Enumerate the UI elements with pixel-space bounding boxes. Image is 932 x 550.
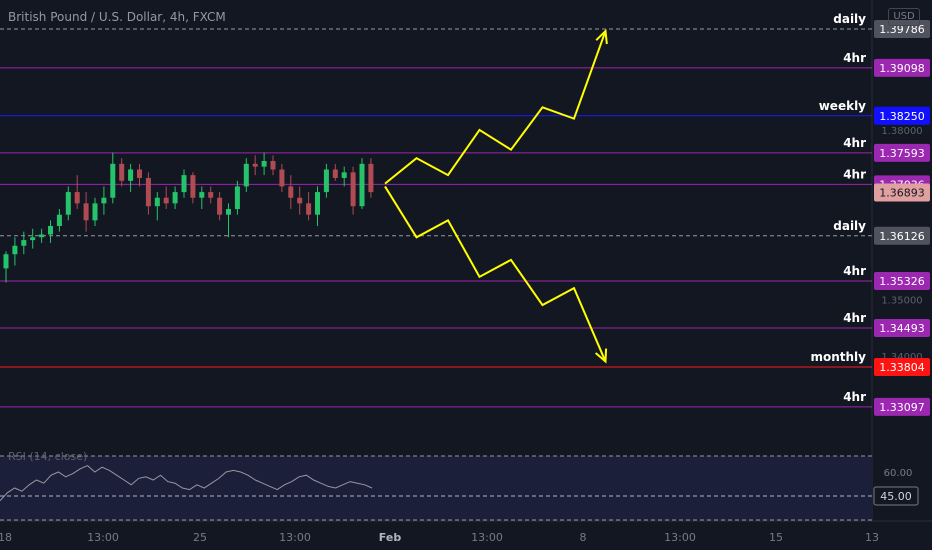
y-tick-label-0: 1.38000: [881, 126, 922, 137]
x-tick-label-8: 15: [769, 531, 783, 544]
chart-root: 1.38000 1.35000 1.34000 daily 1.39786 4hr 1.39…: [0, 0, 932, 550]
y-tick-label-1: 1.35000: [881, 295, 922, 306]
candle-body-11[interactable]: [101, 197, 107, 204]
level-price-text-2: 1.38250: [879, 110, 925, 123]
level-label-6: 4hr: [843, 264, 866, 278]
candle-body-27[interactable]: [243, 163, 249, 187]
candle-body-34[interactable]: [306, 203, 312, 215]
rsi-band: [0, 456, 872, 520]
level-label-1: 4hr: [843, 51, 866, 65]
candle-body-32[interactable]: [288, 186, 294, 198]
candle-body-23[interactable]: [208, 192, 214, 198]
candle-body-1[interactable]: [12, 245, 18, 255]
chart-title: British Pound / U.S. Dollar, 4h, FXCM: [8, 10, 226, 24]
candle-body-10[interactable]: [92, 203, 98, 221]
x-tick-label-6: 8: [580, 531, 587, 544]
level-label-9: 4hr: [843, 390, 866, 404]
level-price-text-1: 1.39098: [879, 62, 925, 75]
candle-body-9[interactable]: [83, 203, 89, 221]
candle-body-3[interactable]: [30, 237, 36, 241]
candle-body-6[interactable]: [56, 214, 62, 226]
candle-body-39[interactable]: [350, 172, 356, 207]
x-tick-label-2: 25: [193, 531, 207, 544]
candle-body-15[interactable]: [137, 169, 142, 178]
level-price-text-6: 1.35326: [879, 275, 925, 288]
candle-body-14[interactable]: [128, 169, 134, 181]
candle-body-0[interactable]: [3, 254, 9, 269]
candle-body-22[interactable]: [199, 192, 205, 198]
level-label-2: weekly: [819, 99, 866, 113]
candle-body-18[interactable]: [163, 197, 169, 204]
candle-body-36[interactable]: [323, 169, 329, 193]
candle-body-12[interactable]: [110, 163, 116, 198]
candle-body-5[interactable]: [48, 225, 53, 235]
candle-body-16[interactable]: [145, 177, 151, 207]
scenario-arrow-down: [384, 185, 607, 362]
candle-body-13[interactable]: [119, 163, 125, 181]
candle-body-26[interactable]: [234, 186, 240, 210]
candle-body-4[interactable]: [39, 234, 45, 238]
candle-body-2[interactable]: [21, 240, 27, 246]
x-tick-label-3: 13:00: [279, 531, 311, 544]
candle-body-8[interactable]: [74, 192, 80, 204]
candle-body-37[interactable]: [332, 169, 338, 178]
level-label-0: daily: [833, 12, 866, 26]
level-label-3: 4hr: [843, 136, 866, 150]
rsi-current-text: 45.00: [880, 490, 912, 503]
level-price-text-3: 1.37593: [879, 147, 925, 160]
level-price-text-8: 1.33804: [879, 361, 925, 374]
currency-button[interactable]: USD: [888, 8, 920, 26]
rsi-tick-0: 60.00: [884, 468, 913, 479]
level-price-text-5: 1.36126: [879, 230, 925, 243]
scenario-arrow-up: [384, 30, 607, 185]
candle-body-24[interactable]: [217, 197, 223, 215]
x-tick-label-7: 13:00: [664, 531, 696, 544]
price-chart[interactable]: 1.380001.350001.34000daily1.397864hr1.39…: [0, 0, 932, 550]
candle-body-38[interactable]: [341, 172, 347, 178]
current-price-text: 1.36893: [879, 186, 925, 199]
candle-body-19[interactable]: [172, 192, 178, 204]
candle-body-41[interactable]: [368, 163, 374, 193]
level-price-text-9: 1.33097: [879, 401, 925, 414]
x-tick-label-9: 13: [865, 531, 879, 544]
x-tick-label-4: Feb: [379, 531, 402, 544]
x-tick-label-0: 18: [0, 531, 12, 544]
candle-body-7[interactable]: [65, 192, 71, 215]
level-label-5: daily: [833, 219, 866, 233]
level-price-text-7: 1.34493: [879, 322, 925, 335]
candle-body-31[interactable]: [279, 169, 285, 187]
candle-body-30[interactable]: [270, 161, 276, 170]
x-tick-label-5: 13:00: [471, 531, 503, 544]
candle-body-40[interactable]: [359, 163, 365, 207]
candle-body-35[interactable]: [315, 192, 320, 215]
level-label-4: 4hr: [843, 167, 866, 181]
x-tick-label-1: 13:00: [87, 531, 119, 544]
candle-body-28[interactable]: [252, 163, 258, 167]
candle-body-17[interactable]: [154, 197, 160, 207]
candle-body-20[interactable]: [181, 175, 187, 193]
candle-body-33[interactable]: [297, 197, 303, 204]
candle-body-25[interactable]: [226, 209, 231, 215]
level-label-7: 4hr: [843, 311, 866, 325]
rsi-label: RSI (14, close): [8, 450, 87, 463]
candle-body-21[interactable]: [190, 175, 196, 198]
candle-body-29[interactable]: [261, 161, 267, 167]
level-label-8: monthly: [810, 350, 866, 364]
